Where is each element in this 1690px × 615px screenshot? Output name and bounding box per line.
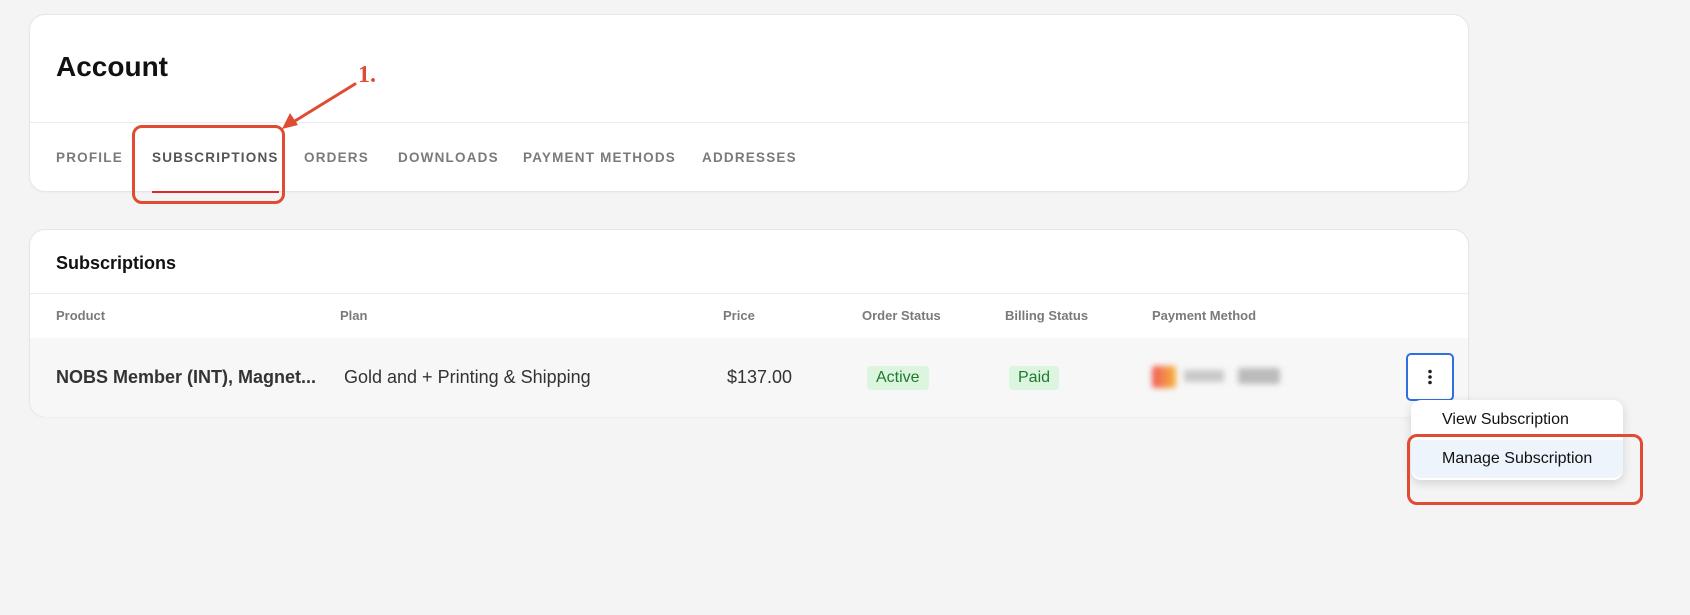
- tab-subscriptions-label: SUBSCRIPTIONS: [152, 150, 279, 165]
- payment-method-redacted: [1152, 366, 1292, 388]
- credit-card-icon: [1152, 366, 1176, 388]
- account-tabs: PROFILE SUBSCRIPTIONS ORDERS DOWNLOADS P…: [30, 123, 1468, 193]
- tab-profile[interactable]: PROFILE: [56, 123, 123, 193]
- column-header-plan: Plan: [340, 308, 368, 323]
- annotation-arrow-icon: [282, 82, 357, 129]
- tab-orders[interactable]: ORDERS: [304, 123, 369, 193]
- row-actions-button[interactable]: [1406, 353, 1454, 401]
- column-header-billing-status: Billing Status: [1005, 308, 1089, 323]
- tab-addresses[interactable]: ADDRESSES: [702, 123, 797, 193]
- active-tab-underline: [152, 191, 279, 193]
- row-price: $137.00: [727, 367, 793, 387]
- column-header-order-status: Order Status: [862, 308, 941, 323]
- masked-card-number: [1184, 370, 1224, 382]
- column-header-price: Price: [723, 308, 755, 323]
- tab-subscriptions[interactable]: SUBSCRIPTIONS: [152, 123, 279, 193]
- section-title: Subscriptions: [56, 253, 177, 273]
- menu-item-manage-subscription[interactable]: Manage Subscription: [1411, 440, 1623, 478]
- masked-card-last4: [1238, 368, 1280, 384]
- table-row: NOBS Member (INT), Magnet... Gold and + …: [30, 338, 1468, 417]
- row-plan: Gold and + Printing & Shipping: [344, 367, 591, 387]
- row-product: NOBS Member (INT), Magnet...: [56, 367, 317, 387]
- order-status-badge: Active: [867, 366, 929, 390]
- page-title: Account: [56, 51, 168, 82]
- menu-item-view-subscription[interactable]: View Subscription: [1411, 401, 1623, 439]
- account-card: Account PROFILE SUBSCRIPTIONS ORDERS DOW…: [29, 14, 1469, 193]
- column-header-product: Product: [56, 308, 106, 323]
- row-actions-menu: View Subscription Manage Subscription: [1411, 400, 1623, 480]
- annotation-step-label: 1.: [358, 62, 376, 88]
- subscriptions-card: Subscriptions Product Plan Price Order S…: [29, 229, 1469, 417]
- billing-status-badge: Paid: [1009, 366, 1060, 390]
- tab-payment-methods[interactable]: PAYMENT METHODS: [523, 123, 676, 193]
- tab-downloads[interactable]: DOWNLOADS: [398, 123, 499, 193]
- column-header-payment-method: Payment Method: [1152, 308, 1257, 323]
- more-vertical-icon: [1428, 369, 1432, 385]
- divider: [30, 293, 1468, 294]
